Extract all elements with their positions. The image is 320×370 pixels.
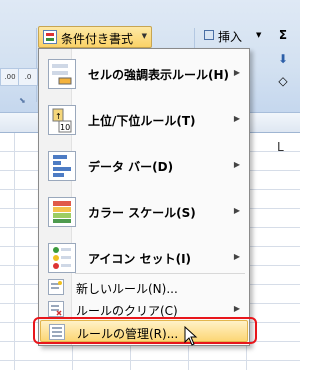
conditional-formatting-label: 条件付き書式 — [61, 32, 134, 46]
submenu-arrow-icon: ▶ — [233, 68, 240, 77]
data-bar-icon — [48, 151, 76, 181]
icon-set-icon — [48, 243, 76, 273]
menu-item-icon-sets[interactable]: アイコン セット(I) ▶ — [40, 235, 248, 281]
dialog-launcher-icon[interactable]: ⬊ — [19, 96, 26, 105]
insert-cells-icon — [204, 30, 214, 40]
menu-item-color-scales[interactable]: カラー スケール(S) ▶ — [40, 189, 248, 235]
number-format-group: .00 .0 — [0, 28, 38, 102]
submenu-arrow-icon: ▶ — [233, 160, 240, 169]
insert-label: 挿入 — [218, 30, 243, 44]
menu-item-label: 上位/下位ルール(T) — [88, 114, 196, 128]
increase-decimal-button[interactable]: .00 — [0, 68, 20, 86]
menu-item-top-bottom-rules[interactable]: ↑ 10 上位/下位ルール(T) ▶ — [40, 97, 248, 143]
svg-text:↑: ↑ — [55, 112, 62, 121]
color-scale-icon — [48, 197, 76, 227]
menu-item-label: データ バー(D) — [88, 160, 174, 174]
callout-highlight-box — [33, 317, 257, 344]
chevron-down-icon: ▼ — [141, 32, 147, 40]
clear-rules-icon — [48, 301, 64, 317]
menu-item-label: 新しいルール(N)... — [76, 282, 178, 296]
conditional-formatting-icon — [43, 30, 57, 44]
fill-down-icon[interactable]: ⬇ — [276, 52, 290, 66]
menu-item-new-rule[interactable]: 新しいルール(N)... — [40, 276, 248, 298]
menu-item-label: カラー スケール(S) — [88, 206, 196, 220]
highlight-cells-icon — [48, 59, 76, 89]
conditional-formatting-button[interactable]: 条件付き書式 ▼ — [38, 26, 152, 48]
autosum-icon[interactable]: Σ — [276, 28, 290, 42]
menu-item-label: アイコン セット(I) — [88, 252, 192, 266]
clear-icon[interactable]: ◇ — [276, 74, 290, 88]
mouse-pointer-icon — [184, 326, 198, 346]
menu-item-data-bars[interactable]: データ バー(D) ▶ — [40, 143, 248, 189]
new-rule-icon — [48, 279, 64, 295]
menu-item-label: セルの強調表示ルール(H) — [88, 68, 230, 82]
top-bottom-icon: ↑ 10 — [48, 105, 76, 135]
svg-text:10: 10 — [60, 123, 70, 132]
menu-separator — [75, 273, 245, 274]
submenu-arrow-icon: ▶ — [233, 252, 240, 261]
decrease-decimal-button[interactable]: .0 — [18, 68, 38, 86]
submenu-arrow-icon: ▶ — [233, 114, 240, 123]
submenu-arrow-icon: ▶ — [233, 304, 240, 313]
conditional-formatting-menu: セルの強調表示ルール(H) ▶ ↑ 10 上位/下位ルール(T) ▶ データ バー… — [38, 48, 250, 346]
menu-item-highlight-cells-rules[interactable]: セルの強調表示ルール(H) ▶ — [40, 51, 248, 97]
chevron-down-icon: ▼ — [256, 31, 262, 39]
submenu-arrow-icon: ▶ — [233, 206, 240, 215]
column-header-letter[interactable]: L — [277, 140, 284, 154]
